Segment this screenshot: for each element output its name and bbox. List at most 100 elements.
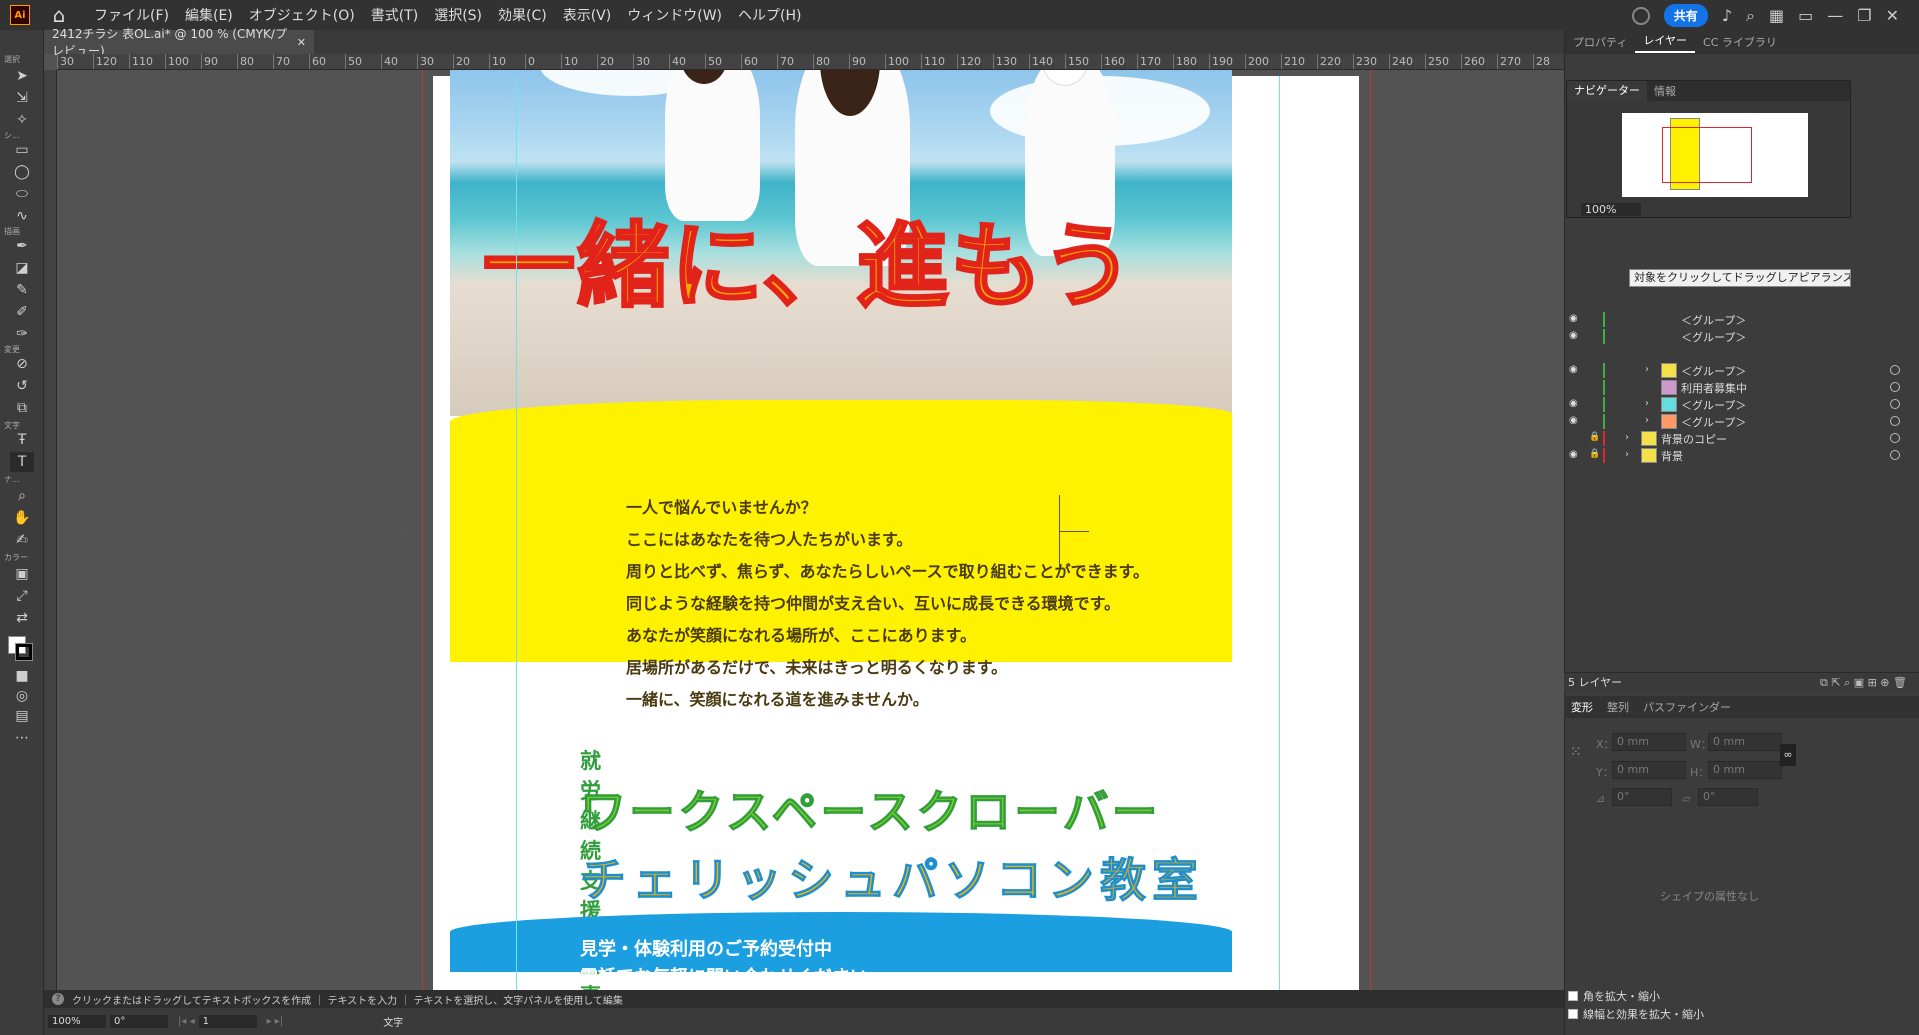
checkbox-box[interactable] [1568, 1009, 1578, 1019]
layer-name[interactable]: ＜グループ＞ [1681, 363, 1746, 379]
rotate-view-tool-icon[interactable]: ✍ [10, 530, 34, 550]
direct-selection-tool-icon[interactable]: ⇲ [10, 88, 34, 108]
contact-block[interactable]: 見学・体験利用のご予約受付中 電話でお気軽に問い合わせください [580, 936, 868, 990]
tab-info[interactable]: 情報 [1647, 83, 1683, 99]
touch-type-tool-icon[interactable]: Ŧ [10, 430, 34, 450]
navigator-preview[interactable] [1622, 113, 1808, 197]
shaper-tool-icon[interactable]: ✑ [10, 324, 34, 344]
search-icon[interactable]: ⌕ [1746, 6, 1755, 26]
draw-mode-icon[interactable]: ◎ [10, 686, 34, 706]
eraser-tool-icon[interactable]: ◪ [10, 258, 34, 278]
target-icon[interactable] [1890, 433, 1900, 443]
bell-icon[interactable]: ♪ [1722, 6, 1732, 25]
hand-tool-icon[interactable]: ✋ [10, 508, 34, 528]
menu-view[interactable]: 表示(V) [555, 5, 620, 25]
ellipse-tool-icon[interactable]: ◯ [10, 162, 34, 182]
workspace-icon[interactable]: ▦ [1769, 6, 1784, 25]
rectangle-tool-icon[interactable]: ▭ [10, 140, 34, 160]
layer-name[interactable]: ＜グループ＞ [1681, 397, 1746, 413]
x-field[interactable]: 0 mm [1612, 733, 1686, 751]
target-icon[interactable] [1890, 382, 1900, 392]
menu-help[interactable]: ヘルプ(H) [730, 5, 809, 25]
lock-icon[interactable]: 🔒 [1589, 432, 1600, 442]
constrain-link-icon[interactable]: ∞ [1780, 744, 1796, 766]
scale-corners-checkbox[interactable]: 角を拡大・縮小 [1568, 988, 1660, 1004]
swap-colors-icon[interactable]: ⇄ [10, 608, 34, 628]
pencil-tool-icon[interactable]: ✐ [10, 302, 34, 322]
lock-icon[interactable]: 🔒 [1589, 449, 1600, 459]
message-block[interactable]: 一人で悩んでいませんか？ ここにはあなたを待つ人たちがいます。 周りと比べず、焦… [626, 492, 1149, 716]
layer-row[interactable]: 利用者募集中 [1565, 379, 1919, 396]
zoom-select[interactable]: 100% [48, 1015, 106, 1028]
stroke-swatch[interactable] [15, 643, 33, 661]
layer-name[interactable]: 背景のコピー [1661, 431, 1727, 447]
layer-name[interactable]: 背景 [1661, 448, 1683, 464]
tab-cc-libraries[interactable]: CC ライブラリ [1695, 34, 1785, 50]
document-tab[interactable]: 2412チラシ 表OL.ai* @ 100 % (CMYK/プレビュー) ✕ [44, 27, 314, 58]
menu-select[interactable]: 選択(S) [426, 5, 490, 25]
menu-file[interactable]: ファイル(F) [86, 5, 177, 25]
screen-mode-icon[interactable]: ▤ [10, 706, 34, 726]
menu-type[interactable]: 書式(T) [363, 5, 426, 25]
width-tool-icon[interactable]: ⊘ [10, 354, 34, 374]
more-tools-icon[interactable]: ⋯ [10, 728, 34, 748]
canvas[interactable]: 一緒に、進もう 一人で悩んでいませんか？ ここにはあなたを待つ人たちがいます。 … [57, 70, 1550, 990]
visibility-eye-icon[interactable]: ◉ [1569, 415, 1578, 426]
tab-navigator[interactable]: ナビゲーター [1567, 81, 1647, 101]
artboard-number[interactable]: 1 [198, 1015, 257, 1028]
scale-strokes-checkbox[interactable]: 線幅と効果を拡大・縮小 [1568, 1006, 1704, 1022]
gradient-tool-icon[interactable]: ▣ [10, 564, 34, 584]
expand-chevron-icon[interactable]: › [1625, 449, 1629, 460]
pen-tool-icon[interactable]: ✒ [10, 236, 34, 256]
reference-point-icon[interactable]: ⁙ [1570, 744, 1582, 760]
layer-row[interactable]: ◉ › ＜グループ＞ [1565, 396, 1919, 413]
layer-name[interactable]: ＜グループ＞ [1681, 312, 1746, 328]
target-icon[interactable] [1890, 365, 1900, 375]
tab-properties[interactable]: プロパティ [1565, 34, 1635, 50]
org-name[interactable]: ワークスペースクローバー [580, 776, 1161, 842]
layer-row[interactable]: ◉ › ＜グループ＞ [1565, 413, 1919, 430]
next-artboard-icon[interactable]: ▸ ▸| [267, 1016, 284, 1027]
scale-tool-icon[interactable]: ⧉ [10, 398, 34, 418]
menu-edit[interactable]: 編集(E) [177, 5, 241, 25]
visibility-eye-icon[interactable]: ◉ [1569, 330, 1578, 341]
minimize-icon[interactable]: — [1827, 6, 1843, 25]
magic-wand-tool-icon[interactable]: ✧ [10, 110, 34, 130]
blob-tool-icon[interactable]: ∿ [10, 206, 34, 226]
layer-row[interactable]: ◉ ＜グループ＞ [1565, 311, 1919, 328]
expand-chevron-icon[interactable]: › [1645, 364, 1649, 375]
brush-tool-icon[interactable]: ✎ [10, 280, 34, 300]
school-name[interactable]: チェリッシュパソコン教室 [580, 844, 1204, 910]
home-icon[interactable]: ⌂ [48, 3, 70, 27]
sync-status-icon[interactable] [1631, 6, 1650, 25]
menu-window[interactable]: ウィンドウ(W) [619, 5, 730, 25]
navigator-zoom[interactable]: 100% [1581, 203, 1641, 216]
polygon-tool-icon[interactable]: ⬭ [10, 184, 34, 204]
menu-object[interactable]: オブジェクト(O) [241, 5, 363, 25]
layer-row[interactable]: ◉ › ＜グループ＞ [1565, 362, 1919, 379]
restore-icon[interactable]: ❐ [1857, 6, 1871, 25]
visibility-eye-icon[interactable]: ◉ [1569, 398, 1578, 409]
color-mode-icon[interactable]: ■ [10, 666, 34, 686]
arrange-icon[interactable]: ▭ [1798, 6, 1813, 25]
layer-name[interactable]: ＜グループ＞ [1681, 414, 1746, 430]
layer-row[interactable]: 🔒 › 背景のコピー [1565, 430, 1919, 447]
selection-tool-icon[interactable]: ➤ [10, 66, 34, 86]
close-tab-icon[interactable]: ✕ [297, 36, 306, 49]
rotate-tool-icon[interactable]: ↺ [10, 376, 34, 396]
menu-effect[interactable]: 効果(C) [490, 5, 555, 25]
navigator-view-box[interactable] [1662, 127, 1752, 183]
layer-row[interactable]: ◉ 🔒 › 背景 [1565, 447, 1919, 464]
target-icon[interactable] [1890, 399, 1900, 409]
visibility-eye-icon[interactable]: ◉ [1569, 313, 1578, 324]
target-icon[interactable] [1890, 416, 1900, 426]
prev-artboard-icon[interactable]: |◂ ◂ [178, 1016, 195, 1027]
w-field[interactable]: 0 mm [1708, 733, 1782, 751]
layer-row[interactable]: ◉ ＜グループ＞ [1565, 328, 1919, 345]
visibility-eye-icon[interactable]: ◉ [1569, 364, 1578, 375]
tab-layers[interactable]: レイヤー [1635, 31, 1696, 53]
visibility-eye-icon[interactable]: ◉ [1569, 449, 1578, 460]
share-button[interactable]: 共有 [1663, 4, 1708, 27]
zoom-tool-icon[interactable]: ⌕ [10, 486, 34, 506]
layer-name[interactable]: 利用者募集中 [1681, 380, 1747, 396]
